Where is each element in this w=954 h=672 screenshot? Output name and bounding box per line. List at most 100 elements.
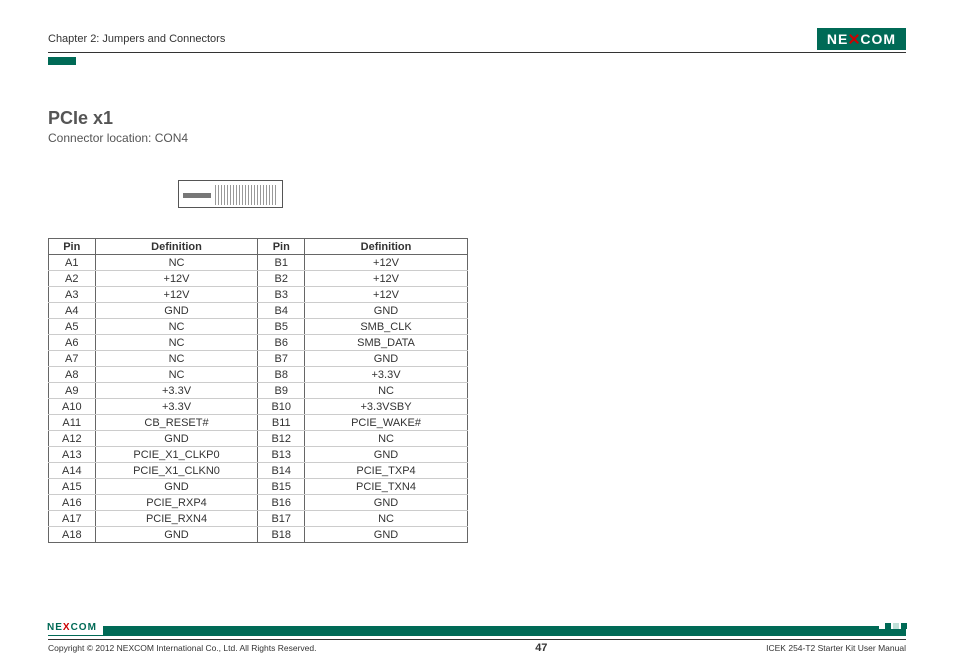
section-subtitle: Connector location: CON4 (48, 131, 906, 145)
def-cell: GND (305, 351, 468, 367)
page-number: 47 (535, 642, 547, 654)
pin-cell: B9 (258, 383, 305, 399)
def-cell: NC (95, 367, 258, 383)
def-cell: GND (305, 527, 468, 543)
table-row: A18GNDB18GND (49, 527, 468, 543)
pin-cell: A11 (49, 415, 96, 431)
def-cell: NC (95, 351, 258, 367)
def-cell: PCIE_TXN4 (305, 479, 468, 495)
def-cell: +12V (305, 255, 468, 271)
mini-brand-left: NE (47, 622, 63, 633)
def-cell: GND (305, 447, 468, 463)
brand-logo: NE COM (817, 28, 906, 50)
table-row: A6NCB6SMB_DATA (49, 335, 468, 351)
col-pin-a: Pin (49, 239, 96, 255)
def-cell: CB_RESET# (95, 415, 258, 431)
table-row: A4GNDB4GND (49, 303, 468, 319)
def-cell: +3.3VSBY (305, 399, 468, 415)
def-cell: +12V (95, 271, 258, 287)
def-cell: SMB_CLK (305, 319, 468, 335)
pin-cell: A13 (49, 447, 96, 463)
footer-bar: NEXCOM (48, 626, 906, 636)
mini-brand-right: COM (71, 622, 97, 633)
pin-table: Pin Definition Pin Definition A1 NC B1+12V… (48, 238, 468, 543)
pin-cell: A1 (49, 255, 96, 271)
pin-cell: B18 (258, 527, 305, 543)
def-cell: +3.3V (305, 367, 468, 383)
pin-cell: B17 (258, 511, 305, 527)
table-row: A9+3.3VB9NC (49, 383, 468, 399)
pin-cell: A9 (49, 383, 96, 399)
pin-cell: B12 (258, 431, 305, 447)
def-cell: PCIE_X1_CLKN0 (95, 463, 258, 479)
pin-cell: B13 (258, 447, 305, 463)
pin-cell: A18 (49, 527, 96, 543)
table-row: A12GNDB12NC (49, 431, 468, 447)
pin-cell: B2 (258, 271, 305, 287)
table-header-row: Pin Definition Pin Definition (49, 239, 468, 255)
pin-cell: B10 (258, 399, 305, 415)
def-cell: NC (95, 335, 258, 351)
def-cell: +3.3V (95, 399, 258, 415)
def-cell: PCIE_X1_CLKP0 (95, 447, 258, 463)
brand-x-icon (849, 34, 859, 44)
def-cell: GND (95, 303, 258, 319)
table-row: A15GNDB15PCIE_TXN4 (49, 479, 468, 495)
def-cell: PCIE_WAKE# (305, 415, 468, 431)
def-cell: GND (305, 495, 468, 511)
pin-cell: A12 (49, 431, 96, 447)
table-row: A16PCIE_RXP4B16GND (49, 495, 468, 511)
def-cell: GND (95, 527, 258, 543)
pin-cell: B14 (258, 463, 305, 479)
pin-cell: B1 (258, 255, 305, 271)
pin-cell: A8 (49, 367, 96, 383)
pin-cell: A3 (49, 287, 96, 303)
def-cell: NC (305, 383, 468, 399)
page-footer: NEXCOM Copyright © 2012 NEXCOM Internati… (48, 626, 906, 654)
table-row: A13PCIE_X1_CLKP0B13GND (49, 447, 468, 463)
table-row: A14PCIE_X1_CLKN0B14PCIE_TXP4 (49, 463, 468, 479)
pin-cell: A15 (49, 479, 96, 495)
pin-cell: B15 (258, 479, 305, 495)
chapter-title: Chapter 2: Jumpers and Connectors (48, 33, 225, 45)
def-cell: PCIE_RXN4 (95, 511, 258, 527)
table-row: A7NCB7GND (49, 351, 468, 367)
pin-cell: B7 (258, 351, 305, 367)
pin-cell: A4 (49, 303, 96, 319)
connector-diagram (178, 180, 283, 208)
def-cell: +12V (305, 287, 468, 303)
table-row: A8NCB8+3.3V (49, 367, 468, 383)
pin-cell: A5 (49, 319, 96, 335)
mini-brand-x: X (63, 622, 71, 633)
table-row: A2+12VB2+12V (49, 271, 468, 287)
pin-cell: B3 (258, 287, 305, 303)
def-cell: PCIE_TXP4 (305, 463, 468, 479)
pin-cell: A16 (49, 495, 96, 511)
pin-cell: A14 (49, 463, 96, 479)
def-cell: NC (95, 319, 258, 335)
doc-title: ICEK 254-T2 Starter Kit User Manual (766, 643, 906, 653)
pin-cell: B8 (258, 367, 305, 383)
copyright-text: Copyright © 2012 NEXCOM International Co… (48, 643, 316, 653)
accent-block (48, 57, 76, 65)
def-cell: +3.3V (95, 383, 258, 399)
page-header: Chapter 2: Jumpers and Connectors NE COM (48, 28, 906, 53)
def-cell: GND (95, 431, 258, 447)
section-title: PCIe x1 (48, 108, 906, 129)
pin-cell: A10 (49, 399, 96, 415)
def-cell: +12V (95, 287, 258, 303)
def-cell: GND (305, 303, 468, 319)
pin-cell: B4 (258, 303, 305, 319)
brand-text-right: COM (860, 31, 896, 47)
pin-cell: B5 (258, 319, 305, 335)
content-area: PCIe x1 Connector location: CON4 Pin Def… (48, 108, 906, 543)
footer-logo: NEXCOM (47, 617, 103, 635)
pin-cell: A2 (49, 271, 96, 287)
pin-cell: A6 (49, 335, 96, 351)
table-row: A10+3.3VB10+3.3VSBY (49, 399, 468, 415)
table-row: A17PCIE_RXN4B17NC (49, 511, 468, 527)
pin-cell: A7 (49, 351, 96, 367)
col-def-b: Definition (305, 239, 468, 255)
pin-cell: B16 (258, 495, 305, 511)
brand-text-left: NE (827, 31, 848, 47)
